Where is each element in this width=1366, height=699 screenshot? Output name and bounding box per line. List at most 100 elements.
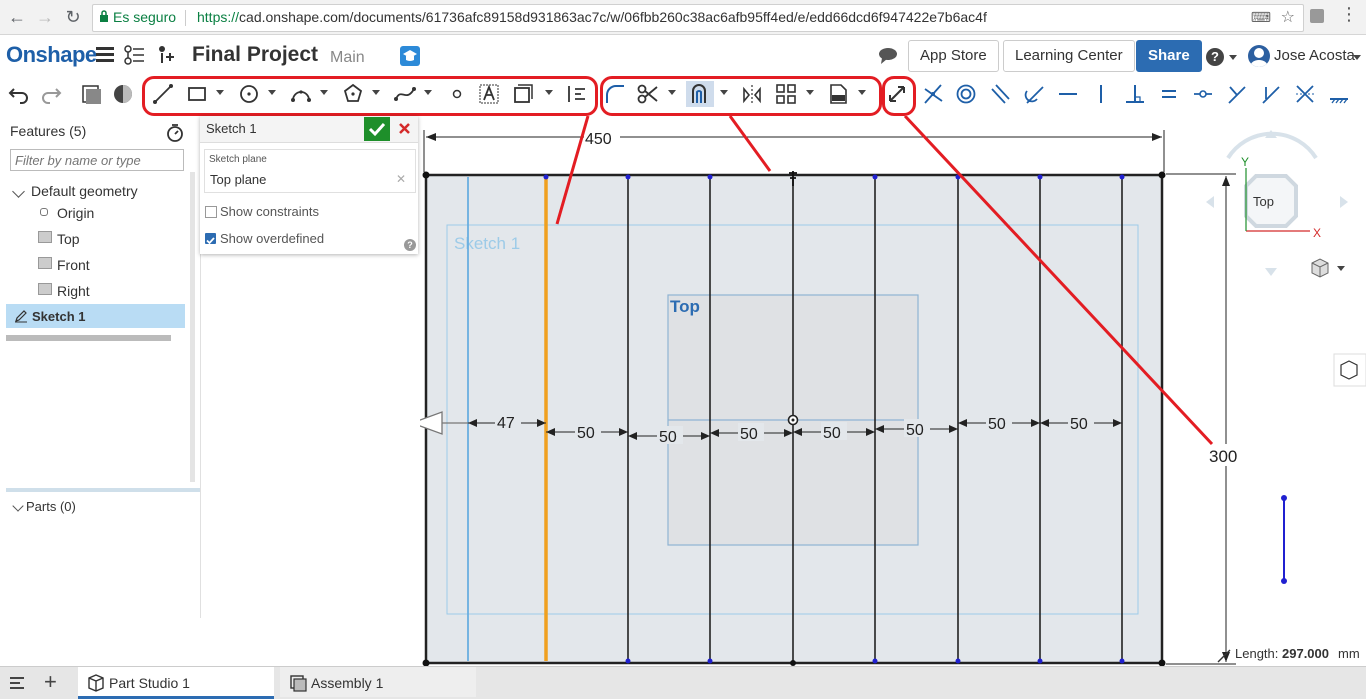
avatar[interactable] — [1248, 45, 1270, 67]
expand-chevron-icon[interactable] — [12, 500, 24, 512]
length-value: 297.000 — [1282, 646, 1329, 661]
pierce-icon[interactable] — [1260, 83, 1282, 105]
dimension-value: 47 — [497, 415, 515, 432]
feature-filter-input[interactable] — [10, 149, 184, 171]
vertical-scrollbar[interactable] — [190, 172, 195, 482]
user-name[interactable]: Jose Acosta — [1274, 47, 1355, 64]
comment-icon[interactable] — [878, 47, 898, 64]
star-icon[interactable]: ☆ — [1281, 7, 1295, 27]
graphics-viewport[interactable]: Sketch 1 Top 450 300 47 50 50 50 50 50 5… — [420, 116, 1366, 666]
width-dimension[interactable]: 450 — [423, 129, 1165, 172]
learning-icon[interactable] — [400, 46, 420, 66]
add-tab-icon[interactable]: + — [44, 669, 57, 695]
learning-center-button[interactable]: Learning Center — [1003, 40, 1135, 72]
undo-icon[interactable] — [8, 83, 30, 105]
coincident-icon[interactable] — [922, 83, 944, 105]
panel-splitter[interactable] — [6, 488, 200, 492]
sketch-plane-value: Top plane — [210, 172, 267, 187]
end-point[interactable] — [1119, 658, 1125, 664]
symmetric-icon[interactable] — [1294, 83, 1316, 105]
corner-point[interactable] — [1158, 171, 1166, 179]
browser-menu-icon[interactable]: ⋮ — [1340, 4, 1358, 25]
rotate-left-icon[interactable] — [1206, 196, 1214, 208]
end-point[interactable] — [543, 174, 549, 180]
extension-icon[interactable] — [1310, 9, 1324, 23]
secure-label: Es seguro — [113, 9, 177, 25]
tangent-icon[interactable] — [1023, 83, 1045, 105]
parallel-icon[interactable] — [989, 83, 1011, 105]
address-bar[interactable]: Es seguro https://cad.onshape.com/docume… — [92, 4, 1304, 32]
view-options-icon[interactable] — [1311, 258, 1345, 278]
cancel-icon[interactable] — [398, 122, 411, 135]
end-point[interactable] — [707, 174, 713, 180]
fix-icon[interactable] — [1328, 83, 1350, 105]
clear-plane-icon[interactable]: ✕ — [396, 172, 406, 186]
show-overdefined-checkbox[interactable] — [205, 233, 216, 245]
tree-item-top[interactable]: Top — [57, 231, 80, 247]
document-title[interactable]: Final Project — [192, 43, 318, 67]
end-point[interactable] — [1037, 658, 1043, 664]
help-icon[interactable]: ? — [404, 239, 416, 251]
tree-item-default-geometry[interactable]: Default geometry — [31, 183, 138, 199]
normal-icon[interactable] — [1226, 83, 1248, 105]
display-states-icon[interactable] — [80, 83, 102, 105]
features-header: Features (5) — [10, 123, 87, 139]
end-point[interactable] — [1281, 578, 1287, 584]
end-point[interactable] — [872, 174, 878, 180]
appearance-panel-button[interactable] — [1333, 353, 1366, 387]
help-dropdown-icon[interactable] — [1229, 55, 1237, 60]
hamburger-icon[interactable] — [96, 46, 114, 62]
end-point[interactable] — [872, 658, 878, 664]
perpendicular-icon[interactable] — [1124, 83, 1146, 105]
vertical-icon[interactable] — [1090, 83, 1112, 105]
app-store-button[interactable]: App Store — [908, 40, 999, 72]
corner-point[interactable] — [422, 171, 430, 179]
accept-button[interactable] — [364, 117, 390, 141]
end-point[interactable] — [1037, 174, 1043, 180]
history-icon[interactable] — [124, 45, 148, 65]
expand-chevron-icon[interactable] — [12, 185, 25, 198]
end-point[interactable] — [1281, 495, 1287, 501]
horizontal-icon[interactable] — [1057, 83, 1079, 105]
dimension-value: 50 — [988, 416, 1006, 433]
height-dimension[interactable]: 300 — [1166, 173, 1245, 665]
redo-icon[interactable] — [40, 83, 62, 105]
tree-item-sketch-1[interactable]: Sketch 1 — [32, 309, 85, 324]
onshape-logo[interactable]: Onshape — [6, 42, 97, 68]
end-point[interactable] — [1119, 174, 1125, 180]
tree-item-front[interactable]: Front — [57, 257, 90, 273]
tab-manager-icon[interactable] — [8, 675, 26, 691]
url-path: cad.onshape.com/documents/61736afc89158d… — [239, 9, 987, 25]
sketch-dialog: Sketch 1 Sketch plane Top plane ✕ Show c… — [200, 116, 418, 254]
concentric-icon[interactable] — [955, 83, 977, 105]
rotate-down-icon[interactable] — [1265, 268, 1277, 276]
end-point[interactable] — [625, 174, 631, 180]
insert-icon[interactable] — [156, 45, 176, 65]
dimension-value: 50 — [1070, 416, 1088, 433]
user-dropdown-icon[interactable] — [1353, 55, 1361, 60]
end-point[interactable] — [625, 658, 631, 664]
url-scheme: https:// — [197, 9, 240, 25]
share-button[interactable]: Share — [1136, 40, 1202, 72]
parts-header[interactable]: Parts (0) — [26, 499, 76, 514]
translate-icon[interactable]: ⌨ — [1251, 9, 1271, 26]
show-constraints-checkbox[interactable] — [205, 206, 217, 218]
view-cube[interactable]: Top X Y — [1206, 130, 1348, 276]
reload-icon[interactable]: ↻ — [62, 6, 84, 28]
tree-item-right[interactable]: Right — [57, 283, 90, 299]
tab-part-studio-label: Part Studio 1 — [109, 675, 190, 691]
length-unit: mm — [1338, 646, 1360, 661]
tree-item-origin[interactable]: Origin — [57, 205, 94, 221]
section-view-icon[interactable] — [112, 83, 134, 105]
omnibox-divider — [185, 10, 186, 26]
forward-icon[interactable]: → — [34, 6, 56, 28]
midpoint-icon[interactable] — [1192, 83, 1214, 105]
equal-icon[interactable] — [1158, 83, 1180, 105]
rotate-right-icon[interactable] — [1340, 196, 1348, 208]
back-icon[interactable]: ← — [6, 6, 28, 28]
end-point[interactable] — [707, 658, 713, 664]
horizontal-scrollbar[interactable] — [6, 335, 171, 341]
help-icon[interactable]: ? — [1206, 48, 1224, 66]
end-point[interactable] — [955, 658, 961, 664]
rollback-timer-icon[interactable] — [166, 124, 184, 142]
